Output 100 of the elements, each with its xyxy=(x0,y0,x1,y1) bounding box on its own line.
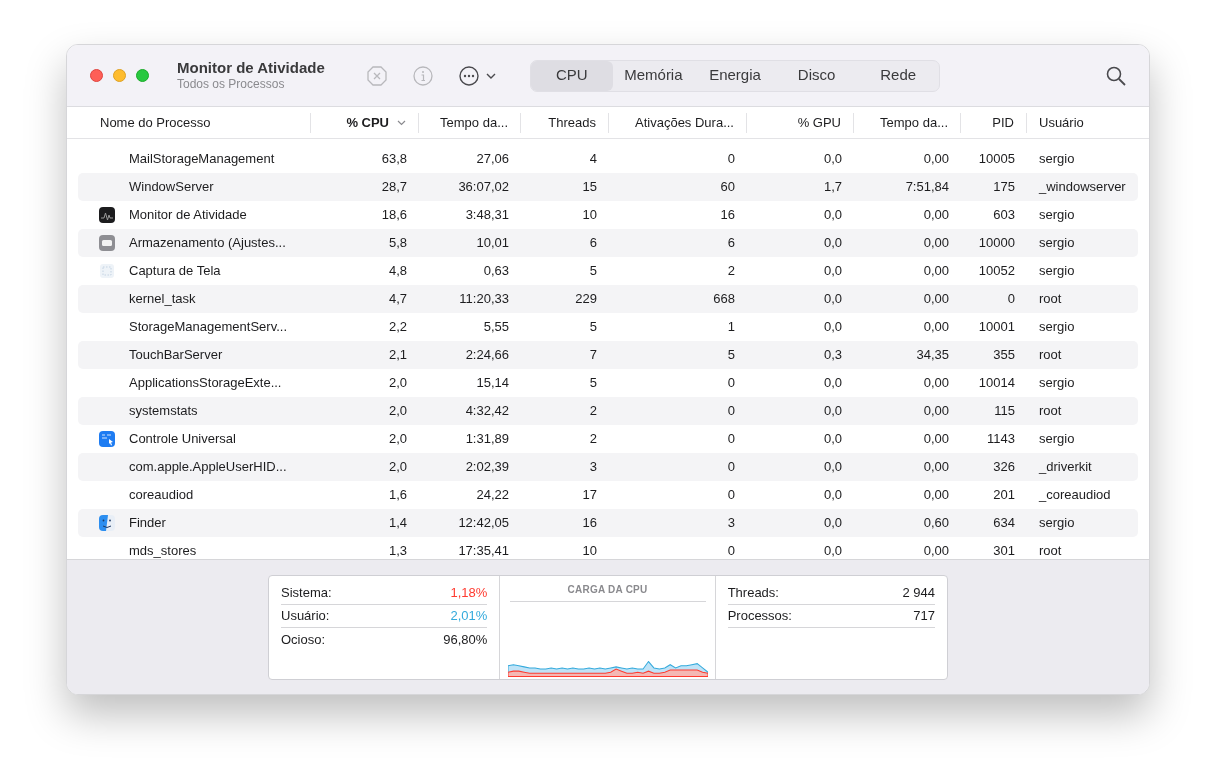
table-cell-text: 60 xyxy=(720,178,735,197)
table-cell-text: 0 xyxy=(727,458,735,477)
process-row[interactable]: kernel_task 4,7 11:20,33 229 668 0,0 0,00 0 root xyxy=(78,285,1138,313)
column-header[interactable]: Nome do Processo xyxy=(100,112,211,133)
process-row[interactable]: Controle Universal 2,0 1:31,89 2 0 0,0 0,00 1143 sergio xyxy=(78,425,1138,453)
process-row[interactable]: Armazenamento (Ajustes... 5,8 10,01 6 6 0,0 0,00 10000 sergio xyxy=(78,229,1138,257)
disk-app-icon xyxy=(98,234,116,252)
table-cell-text: coreaudiod xyxy=(129,486,194,505)
table-cell-text: WindowServer xyxy=(129,178,214,197)
cursor-app-icon xyxy=(98,430,116,448)
stat-value: 96,80% xyxy=(443,630,488,649)
search-icon[interactable] xyxy=(1105,64,1127,87)
table-cell-text: 1:31,89 xyxy=(465,430,509,449)
column-header[interactable]: Ativações Dura... xyxy=(635,112,734,133)
minimize-button[interactable] xyxy=(113,69,126,82)
column-header[interactable]: Tempo da... xyxy=(880,112,948,133)
column-header[interactable]: Usuário xyxy=(1039,112,1084,133)
table-cell-text: 0,0 xyxy=(823,542,842,559)
stat-value: 2 944 xyxy=(902,584,935,603)
column-header[interactable]: Tempo da... xyxy=(440,112,508,133)
close-button[interactable] xyxy=(90,69,103,82)
table-cell-text: 3 xyxy=(727,514,735,533)
table-cell-text: 10 xyxy=(582,206,597,225)
stat-label: Usuário: xyxy=(281,607,330,626)
table-cell-text: 7 xyxy=(589,346,597,365)
info-icon[interactable] xyxy=(412,64,434,87)
table-cell-text: 4 xyxy=(589,150,597,169)
table-cell-text: 16 xyxy=(582,514,597,533)
process-row[interactable]: systemstats 2,0 4:32,42 2 0 0,0 0,00 115 root xyxy=(78,397,1138,425)
table-cell-text: kernel_task xyxy=(129,290,196,309)
table-cell-text: 27,06 xyxy=(476,150,509,169)
table-cell-text: 301 xyxy=(993,542,1015,559)
process-row[interactable]: StorageManagementServ... 2,2 5,55 5 1 0,0 0,00 10001 sergio xyxy=(78,313,1138,341)
stat-value: 717 xyxy=(913,607,935,626)
table-cell-text: 0,00 xyxy=(923,402,949,421)
table-cell-text: sergio xyxy=(1039,206,1075,225)
process-row[interactable]: Monitor de Atividade 18,6 3:48,31 10 16 0,0 0,00 603 sergio xyxy=(78,201,1138,229)
table-cell-text: ApplicationsStorageExte... xyxy=(129,374,282,393)
table-cell-text: 10052 xyxy=(978,262,1015,281)
table-cell-text: 0,00 xyxy=(923,150,949,169)
zoom-button[interactable] xyxy=(136,69,149,82)
more-options-button[interactable] xyxy=(458,64,496,87)
column-header[interactable]: Threads xyxy=(548,112,596,133)
process-row[interactable]: coreaudiod 1,6 24,22 17 0 0,0 0,00 201 _coreaudiod xyxy=(78,481,1138,509)
table-cell-text: 2:02,39 xyxy=(465,458,509,477)
table-cell-text: 34,35 xyxy=(916,346,949,365)
table-cell-text: 0,00 xyxy=(923,486,949,505)
table-cell-text: 6 xyxy=(727,234,735,253)
table-cell-text: sergio xyxy=(1039,514,1075,533)
table-cell-text: TouchBarServer xyxy=(129,346,223,365)
process-row[interactable]: TouchBarServer 2,1 2:24,66 7 5 0,3 34,35 355 root xyxy=(78,341,1138,369)
tab[interactable]: Energia xyxy=(694,60,776,91)
table-cell-text: 0,0 xyxy=(823,402,842,421)
table-cell-text: 0,00 xyxy=(923,430,949,449)
table-cell-text: 5 xyxy=(589,262,597,281)
table-cell-text: root xyxy=(1039,290,1062,309)
column-header[interactable]: PID xyxy=(992,112,1014,133)
table-cell-text: 5,8 xyxy=(388,234,407,253)
tab[interactable]: Rede xyxy=(857,60,939,91)
table-cell-text: 0,0 xyxy=(823,430,842,449)
process-row[interactable]: com.apple.AppleUserHID... 2,0 2:02,39 3 0 0,0 0,00 326 _driverkit xyxy=(78,453,1138,481)
table-cell-text: 0,00 xyxy=(923,542,949,559)
stat-value: 2,01% xyxy=(450,607,488,626)
table-cell-text: 326 xyxy=(993,458,1015,477)
table-cell-text: Armazenamento (Ajustes... xyxy=(129,234,286,253)
table-cell-text: Captura de Tela xyxy=(129,262,221,281)
table-cell-text: 229 xyxy=(575,290,597,309)
table-cell-text: 4,7 xyxy=(388,290,407,309)
window-subtitle: Todos os Processos xyxy=(177,77,286,93)
tab[interactable]: CPU xyxy=(531,60,613,91)
process-row[interactable]: mds_stores 1,3 17:35,41 10 0 0,0 0,00 301 root xyxy=(78,537,1138,559)
gauge-app-icon xyxy=(98,206,116,224)
table-cell-text: 1,6 xyxy=(388,486,407,505)
process-row[interactable]: Captura de Tela 4,8 0,63 5 2 0,0 0,00 10052 sergio xyxy=(78,257,1138,285)
table-cell-text: 5 xyxy=(589,318,597,337)
table-cell-text: 3:48,31 xyxy=(465,206,509,225)
table-cell-text: 0,00 xyxy=(923,318,949,337)
column-header[interactable]: % CPU xyxy=(346,112,406,133)
table-cell-text: 0,00 xyxy=(923,374,949,393)
process-row[interactable]: WindowServer 28,7 36:07,02 15 60 1,7 7:51,84 175 _windowserver xyxy=(78,173,1138,201)
tab[interactable]: Disco xyxy=(775,60,858,91)
table-cell-text: 36:07,02 xyxy=(458,178,509,197)
process-row[interactable]: ApplicationsStorageExte... 2,0 15,14 5 0 0,0 0,00 10014 sergio xyxy=(78,369,1138,397)
table-cell-text: 0 xyxy=(727,150,735,169)
column-header[interactable]: % GPU xyxy=(797,112,841,133)
tab[interactable]: Memória xyxy=(612,60,695,91)
table-cell-text: 1,7 xyxy=(823,178,842,197)
table-cell-text: 0,00 xyxy=(923,206,949,225)
table-cell-text: 11:20,33 xyxy=(459,290,509,309)
table-cell-text: 16 xyxy=(720,206,735,225)
dotted-frame-app-icon xyxy=(98,262,116,280)
table-cell-text: systemstats xyxy=(129,402,198,421)
table-cell-text: 0,0 xyxy=(823,234,842,253)
table-cell-text: 0,0 xyxy=(823,458,842,477)
process-row[interactable]: MailStorageManagement 63,8 27,06 4 0 0,0 0,00 10005 sergio xyxy=(78,145,1138,173)
stop-process-icon[interactable] xyxy=(366,64,388,87)
process-row[interactable]: Finder 1,4 12:42,05 16 3 0,0 0,60 634 sergio xyxy=(78,509,1138,537)
table-cell-text: 2:24,66 xyxy=(465,346,509,365)
table-cell-text: 2,2 xyxy=(388,318,407,337)
window-title: Monitor de Atividade xyxy=(177,58,326,78)
